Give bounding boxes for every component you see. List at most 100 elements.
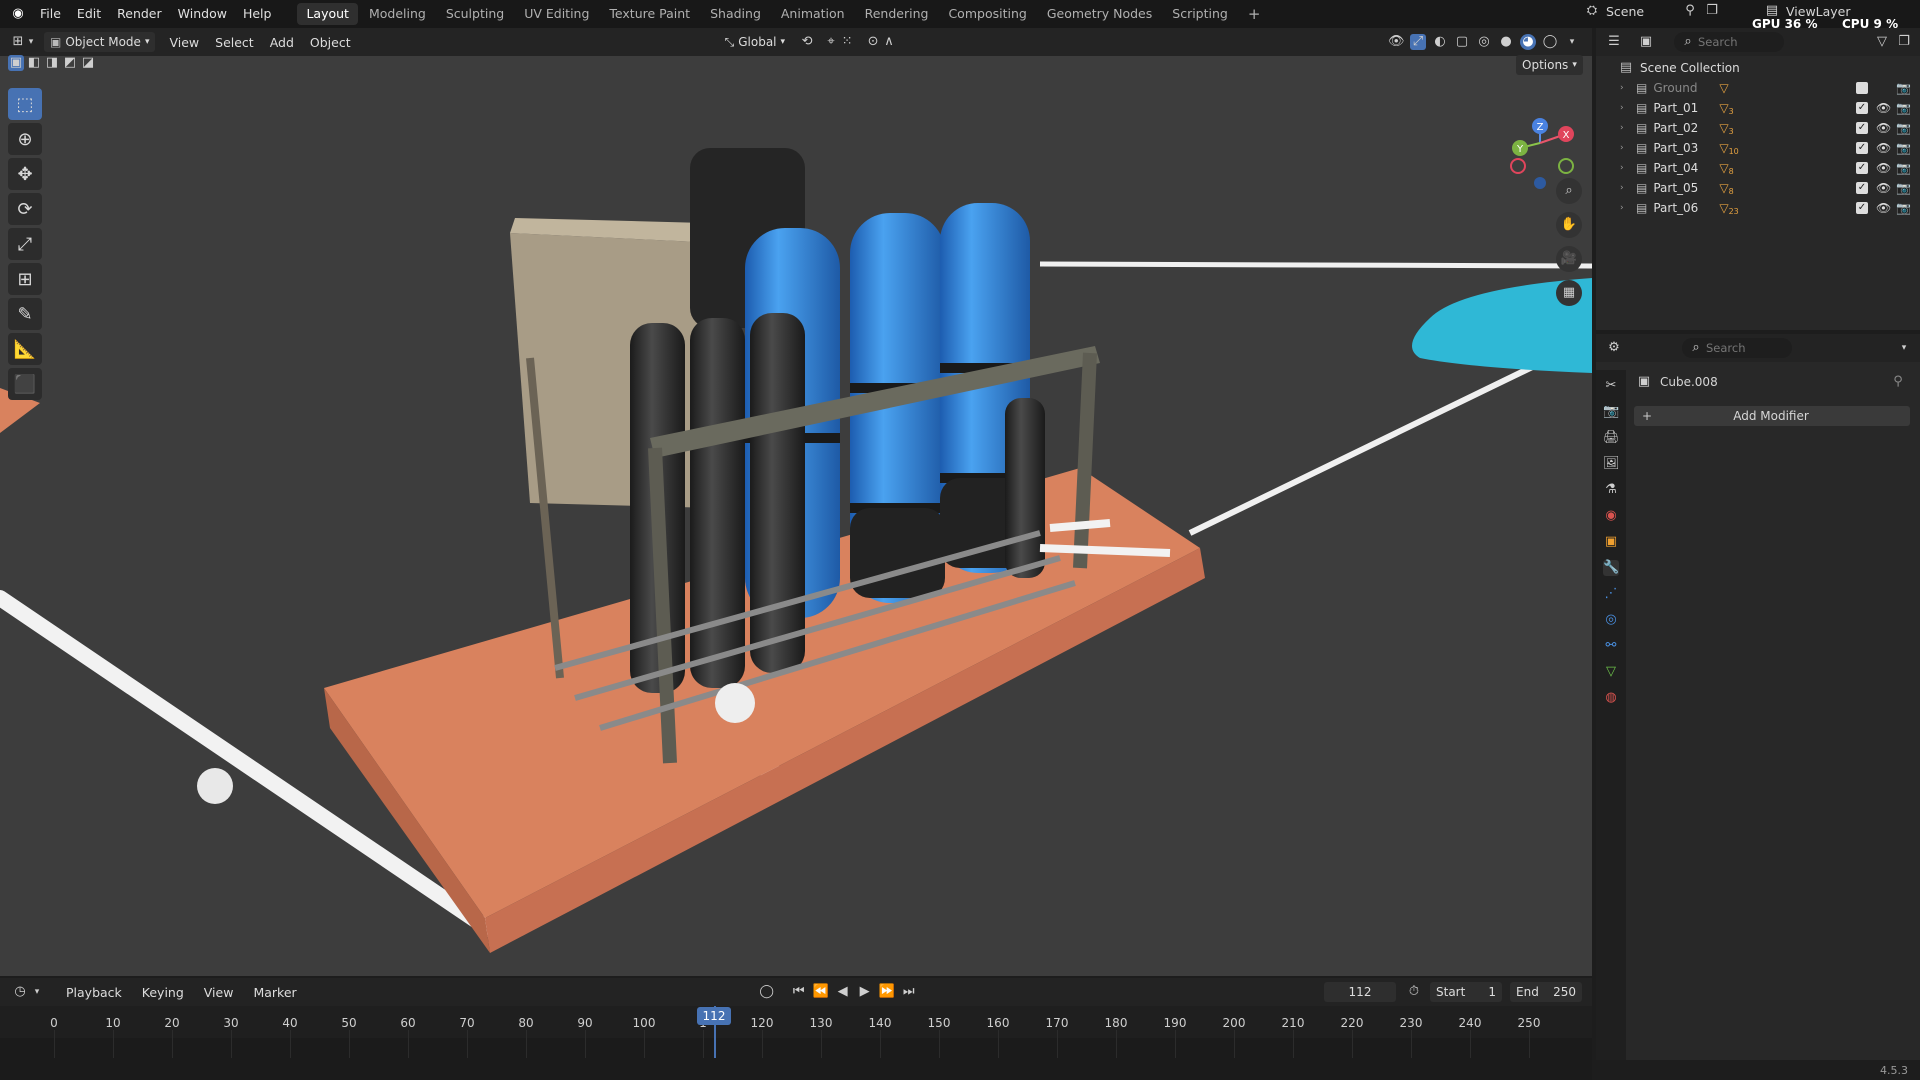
output-tab-icon[interactable]: 🖨	[1603, 430, 1620, 446]
chevron-down-icon[interactable]: ▾	[32, 984, 42, 1000]
physics-tab-icon[interactable]: ◎	[1603, 612, 1619, 628]
checkbox-icon[interactable]: ✓	[1856, 162, 1868, 174]
mesh-data-icon[interactable]: ▽	[1719, 121, 1728, 135]
timeline-editor-icon[interactable]: ◷	[12, 984, 28, 1000]
tab-geometry-nodes[interactable]: Geometry Nodes	[1038, 3, 1161, 25]
next-keyframe-icon[interactable]: ⏩	[879, 984, 895, 1000]
checkbox-icon[interactable]: ✓	[1856, 142, 1868, 154]
outliner-search[interactable]: ⌕	[1674, 32, 1784, 52]
chevron-right-icon[interactable]: ›	[1620, 143, 1630, 153]
move-tool[interactable]: ✥	[8, 158, 42, 190]
outliner-item[interactable]: › ▤ Part_02 ▽ 3 ✓ 👁 📷	[1596, 118, 1920, 138]
add-workspace-icon[interactable]: +	[1239, 3, 1270, 25]
tab-compositing[interactable]: Compositing	[939, 3, 1035, 25]
mesh-data-icon[interactable]: ▽	[1719, 181, 1728, 195]
menu-window[interactable]: Window	[170, 0, 235, 28]
tab-animation[interactable]: Animation	[772, 3, 854, 25]
annotate-tool[interactable]: ✎	[8, 298, 42, 330]
editor-type-icon[interactable]: ⊞	[10, 34, 26, 50]
view-layer-tab-icon[interactable]: 🖼	[1603, 456, 1620, 472]
chevron-right-icon[interactable]: ›	[1620, 103, 1630, 113]
options-button[interactable]: Options ▾	[1516, 55, 1583, 75]
checkbox-icon[interactable]: ✓	[1856, 182, 1868, 194]
xray-icon[interactable]: ▢	[1454, 34, 1470, 50]
eye-icon[interactable]: 👁	[1876, 121, 1891, 135]
new-collection-icon[interactable]: ❐	[1896, 34, 1912, 50]
world-tab-icon[interactable]: ◉	[1603, 508, 1619, 524]
eye-icon[interactable]: 👁	[1876, 181, 1891, 195]
mesh-data-icon[interactable]: ▽	[1719, 201, 1728, 215]
tab-shading[interactable]: Shading	[701, 3, 770, 25]
render-camera-icon[interactable]: 📷	[1896, 201, 1911, 215]
modifier-tab-icon[interactable]: 🔧	[1603, 560, 1619, 576]
pivot-icon[interactable]: ⟲	[799, 34, 815, 50]
material-shading-icon[interactable]: ◕	[1520, 34, 1536, 50]
properties-search-input[interactable]	[1706, 341, 1786, 355]
menu-timeline-view[interactable]: View	[196, 985, 242, 1000]
snap-grid-icon[interactable]: ⁙	[839, 34, 855, 50]
select-box-tool[interactable]: ⬚	[8, 88, 42, 120]
prev-keyframe-icon[interactable]: ⏪	[813, 984, 829, 1000]
outliner-item[interactable]: › ▤ Part_04 ▽ 8 ✓ 👁 📷	[1596, 158, 1920, 178]
render-camera-icon[interactable]: 📷	[1896, 81, 1911, 95]
chevron-right-icon[interactable]: ›	[1620, 83, 1630, 93]
scale-tool[interactable]: ⤢	[8, 228, 42, 260]
menu-playback[interactable]: Playback	[58, 985, 130, 1000]
preview-range-icon[interactable]: ⏱	[1406, 984, 1422, 1000]
add-cube-tool[interactable]: ⬛	[8, 368, 42, 400]
filter-icon[interactable]: ▽	[1874, 34, 1890, 50]
tab-layout[interactable]: Layout	[297, 3, 358, 25]
eye-icon[interactable]: 👁	[1876, 141, 1891, 155]
mesh-data-icon[interactable]: ▽	[1719, 81, 1728, 95]
render-camera-icon[interactable]: 📷	[1896, 181, 1911, 195]
outliner-item[interactable]: › ▤ Part_06 ▽ 23 ✓ 👁 📷	[1596, 198, 1920, 218]
gizmo-z-label[interactable]: Z	[1537, 122, 1544, 133]
select-extend-icon[interactable]: ◧	[26, 55, 42, 71]
mode-selector[interactable]: ▣ Object Mode ▾	[44, 32, 156, 52]
object-tab-icon[interactable]: ▣	[1603, 534, 1619, 550]
current-frame-field[interactable]: 112	[1324, 982, 1396, 1002]
solid-shading-icon[interactable]: ●	[1498, 34, 1514, 50]
chevron-right-icon[interactable]: ›	[1620, 183, 1630, 193]
gizmo-x-label[interactable]: X	[1563, 130, 1570, 141]
cursor-tool[interactable]: ⊕	[8, 123, 42, 155]
snap-icon[interactable]: ⌖	[823, 34, 839, 50]
menu-object[interactable]: Object	[302, 35, 359, 50]
chevron-right-icon[interactable]: ›	[1620, 163, 1630, 173]
play-reverse-icon[interactable]: ◀	[835, 984, 851, 1000]
constraints-tab-icon[interactable]: ⚯	[1603, 638, 1619, 654]
jump-end-icon[interactable]: ⏭	[901, 984, 917, 1000]
outliner-item[interactable]: › ▤ Part_01 ▽ 3 ✓ 👁 📷	[1596, 98, 1920, 118]
add-modifier-button[interactable]: + Add Modifier	[1634, 406, 1910, 426]
checkbox-icon[interactable]: ✓	[1856, 202, 1868, 214]
tab-modeling[interactable]: Modeling	[360, 3, 435, 25]
gizmo-y-label[interactable]: Y	[1516, 144, 1524, 155]
visibility-icon[interactable]: 👁	[1388, 34, 1405, 50]
scene-render[interactable]	[0, 28, 1592, 976]
blender-logo-icon[interactable]: ◉	[10, 6, 26, 22]
menu-help[interactable]: Help	[235, 0, 280, 28]
transform-orientation[interactable]: ⤡ Global ▾	[719, 32, 791, 52]
eye-icon[interactable]: 👁	[1876, 201, 1891, 215]
menu-view[interactable]: View	[161, 35, 207, 50]
render-camera-icon[interactable]: 📷	[1896, 101, 1911, 115]
material-tab-icon[interactable]: ◍	[1603, 690, 1619, 706]
tool-tab-icon[interactable]: ✂	[1603, 378, 1619, 394]
mesh-data-icon[interactable]: ▽	[1719, 141, 1728, 155]
falloff-icon[interactable]: ∧	[881, 34, 897, 50]
playhead-frame[interactable]: 112	[697, 1007, 731, 1025]
outliner-item[interactable]: › ▤ Part_05 ▽ 8 ✓ 👁 📷	[1596, 178, 1920, 198]
particles-tab-icon[interactable]: ⋰	[1603, 586, 1619, 602]
jump-start-icon[interactable]: ⏮	[791, 984, 807, 1000]
menu-select[interactable]: Select	[207, 35, 262, 50]
checkbox-icon[interactable]: ✓	[1856, 102, 1868, 114]
tab-scripting[interactable]: Scripting	[1163, 3, 1237, 25]
menu-edit[interactable]: Edit	[69, 0, 109, 28]
menu-file[interactable]: File	[32, 0, 69, 28]
mesh-data-icon[interactable]: ▽	[1719, 101, 1728, 115]
outliner-item[interactable]: › ▤ Ground ▽ 📷	[1596, 78, 1920, 98]
auto-keying-icon[interactable]: ◯	[759, 984, 775, 1000]
chevron-right-icon[interactable]: ›	[1620, 203, 1630, 213]
menu-render[interactable]: Render	[109, 0, 170, 28]
render-camera-icon[interactable]: 📷	[1896, 161, 1911, 175]
